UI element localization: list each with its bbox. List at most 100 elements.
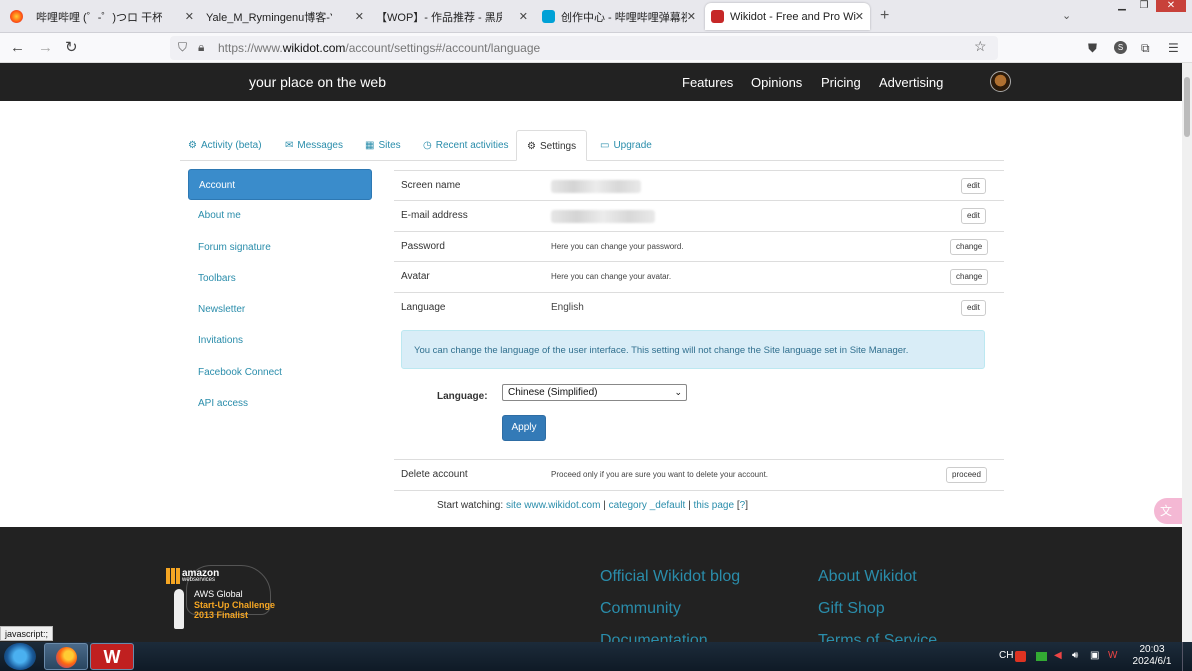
close-icon[interactable]: ✕ bbox=[355, 10, 364, 23]
back-icon[interactable]: ← bbox=[10, 39, 25, 57]
restore-icon[interactable]: ❐ bbox=[1134, 0, 1154, 12]
card-icon: ▭ bbox=[600, 140, 610, 151]
language-select[interactable]: Chinese (Simplified) ⌄ bbox=[502, 384, 687, 401]
start-button[interactable] bbox=[4, 643, 36, 670]
tray-wps-icon[interactable]: W bbox=[1108, 650, 1117, 661]
cogs-icon: ⚙ bbox=[527, 141, 536, 152]
clock-icon: ◷ bbox=[423, 140, 432, 151]
account-icon[interactable]: S bbox=[1114, 41, 1127, 54]
footer-link-blog[interactable]: Official Wikidot blog bbox=[600, 568, 740, 586]
language-selected-value: Chinese (Simplified) bbox=[508, 387, 598, 398]
bookmark-star-icon[interactable]: ☆ bbox=[974, 38, 987, 55]
network-icon[interactable]: ▣ bbox=[1090, 650, 1099, 661]
change-button[interactable]: change bbox=[950, 269, 989, 285]
tab-title: 【WOP】- 作品推荐 - 黑房子 - 哔哩 bbox=[376, 11, 502, 24]
menu-icon[interactable]: ☰ bbox=[1168, 41, 1179, 55]
browser-tab-wikidot[interactable]: Wikidot - Free and Pro Wiki Hos ✕ bbox=[705, 3, 870, 30]
nav-opinions[interactable]: Opinions bbox=[751, 75, 802, 90]
account-tabs: ⚙ Activity (beta) ✉ Messages ▦ Sites ◷ Recen… bbox=[180, 130, 1004, 161]
sidebar-item-newsletter[interactable]: Newsletter bbox=[188, 294, 372, 325]
volume-icon[interactable]: 🔊︎ bbox=[1072, 650, 1078, 661]
address-bar[interactable]: ⛉ 🔒︎ https://www.wikidot.com/account/set… bbox=[170, 36, 998, 60]
tab-messages[interactable]: ✉ Messages bbox=[285, 130, 343, 161]
change-button[interactable]: change bbox=[950, 239, 989, 255]
close-icon[interactable]: ✕ bbox=[519, 10, 528, 23]
shield-icon[interactable]: ⛉ bbox=[178, 40, 187, 55]
sidebar-item-facebook-connect[interactable]: Facebook Connect bbox=[188, 357, 372, 388]
system-clock[interactable]: 20:03 2024/6/1 bbox=[1130, 644, 1174, 668]
sidebar-item-invitations[interactable]: Invitations bbox=[188, 325, 372, 356]
footer-link-gift-shop[interactable]: Gift Shop bbox=[818, 600, 885, 618]
proceed-button[interactable]: proceed bbox=[946, 467, 987, 483]
close-icon[interactable]: ✕ bbox=[185, 10, 194, 23]
watch-category-link[interactable]: category _default bbox=[609, 500, 686, 511]
tab-recent-activities[interactable]: ◷ Recent activities bbox=[423, 130, 509, 161]
site-tagline: your place on the web bbox=[249, 74, 386, 90]
separator: | bbox=[688, 500, 691, 511]
close-icon[interactable]: ✕ bbox=[855, 10, 864, 23]
boxes-icon bbox=[166, 568, 180, 584]
nav-advertising[interactable]: Advertising bbox=[879, 75, 943, 90]
tab-title: Wikidot - Free and Pro Wiki Hos bbox=[730, 10, 856, 23]
apply-button[interactable]: Apply bbox=[502, 415, 546, 441]
sidebar-item-account[interactable]: Account bbox=[188, 169, 372, 201]
language-info-alert: You can change the language of the user … bbox=[401, 330, 985, 369]
nav-features[interactable]: Features bbox=[682, 75, 733, 90]
aws-line: 2013 Finalist bbox=[194, 610, 249, 620]
scrollbar-thumb[interactable] bbox=[1184, 77, 1190, 137]
sidebar-item-forum-signature[interactable]: Forum signature bbox=[188, 232, 372, 263]
reload-icon[interactable]: ↻ bbox=[65, 39, 78, 57]
minimize-icon[interactable]: ▁ bbox=[1112, 0, 1132, 12]
browser-tab-creator-center[interactable]: 创作中心 - 哔哩哔哩弹幕视频网 ✕ bbox=[536, 3, 702, 30]
url-path: /account/settings#/account/language bbox=[345, 41, 541, 55]
browser-tab-blog[interactable]: Yale_M_Rymingenu博客-Yale_M_R ✕ bbox=[200, 3, 370, 30]
firefox-menu-icon[interactable] bbox=[4, 3, 28, 30]
list-all-tabs-icon[interactable]: ⌄ bbox=[1062, 9, 1071, 22]
tab-label: Sites bbox=[378, 140, 401, 151]
tab-activity[interactable]: ⚙ Activity (beta) bbox=[188, 130, 262, 161]
close-icon[interactable]: ✕ bbox=[687, 10, 696, 23]
watch-page-link[interactable]: this page bbox=[693, 500, 734, 511]
aws-line: webservices bbox=[182, 577, 216, 583]
taskbar-firefox[interactable] bbox=[44, 643, 88, 670]
footer-link-community[interactable]: Community bbox=[600, 600, 681, 618]
show-desktop-button[interactable] bbox=[1182, 642, 1192, 671]
sidebar-item-toolbars[interactable]: Toolbars bbox=[188, 263, 372, 294]
nav-pricing[interactable]: Pricing bbox=[821, 75, 861, 90]
sidebar-item-about-me[interactable]: About me bbox=[188, 200, 372, 231]
window-close-icon[interactable]: ✕ bbox=[1156, 0, 1186, 12]
tab-sites[interactable]: ▦ Sites bbox=[365, 130, 401, 161]
tab-settings[interactable]: ⚙ Settings bbox=[516, 130, 588, 161]
page-scrollbar[interactable] bbox=[1182, 63, 1192, 642]
tray-app-icon[interactable] bbox=[1036, 652, 1047, 661]
language-indicator[interactable]: CH bbox=[999, 650, 1013, 661]
avatar[interactable] bbox=[990, 71, 1011, 92]
pocket-icon[interactable]: ⛊ bbox=[1088, 41, 1097, 56]
tab-upgrade[interactable]: ▭ Upgrade bbox=[600, 130, 652, 161]
tab-label: Activity (beta) bbox=[200, 140, 262, 151]
browser-tab-bilibili[interactable]: 哔哩哔哩 (゜-゜)つロ 干杯~-bilibili ✕ bbox=[30, 3, 200, 30]
footer-link-terms[interactable]: Terms of Service bbox=[818, 632, 937, 642]
lock-icon[interactable]: 🔒︎ bbox=[198, 40, 204, 55]
sidebar-item-api-access[interactable]: API access bbox=[188, 388, 372, 419]
setting-value: Here you can change your password. bbox=[551, 242, 684, 251]
clock-date: 2024/6/1 bbox=[1132, 656, 1172, 667]
url-text[interactable]: https://www.wikidot.com/account/settings… bbox=[218, 41, 540, 55]
edit-button[interactable]: edit bbox=[961, 208, 986, 224]
forward-icon[interactable]: → bbox=[38, 39, 53, 57]
taskbar: W CH ◀ 🔊︎ ▣ W 20:03 2024/6/1 bbox=[0, 642, 1192, 671]
tray-alert-icon[interactable]: ◀ bbox=[1054, 650, 1062, 661]
browser-tab-wop[interactable]: 【WOP】- 作品推荐 - 黑房子 - 哔哩 ✕ bbox=[370, 3, 534, 30]
translate-icon[interactable]: 文 bbox=[1154, 498, 1182, 524]
footer-link-documentation[interactable]: Documentation bbox=[600, 632, 708, 642]
browser-tab-strip: 哔哩哔哩 (゜-゜)つロ 干杯~-bilibili ✕ Yale_M_Rymin… bbox=[0, 0, 1192, 33]
edit-button[interactable]: edit bbox=[961, 300, 986, 316]
taskbar-wps[interactable]: W bbox=[90, 643, 134, 670]
watch-site-link[interactable]: site www.wikidot.com bbox=[506, 500, 600, 511]
footer-link-about[interactable]: About Wikidot bbox=[818, 568, 917, 586]
extensions-icon[interactable]: ⧉ bbox=[1141, 41, 1150, 56]
edit-button[interactable]: edit bbox=[961, 178, 986, 194]
input-method-icon[interactable] bbox=[1015, 651, 1026, 662]
setting-label: Avatar bbox=[401, 271, 430, 282]
new-tab-button[interactable]: + bbox=[880, 7, 889, 25]
